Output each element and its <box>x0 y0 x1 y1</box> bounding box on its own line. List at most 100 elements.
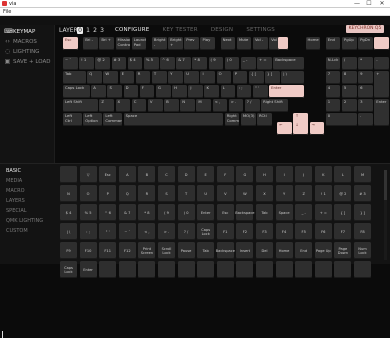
keycode-i[interactable]: I <box>275 166 293 183</box>
keycode-symbol[interactable]: ? / <box>177 223 195 240</box>
key-enter[interactable]: Enter <box>374 99 389 126</box>
key-vol[interactable]: Vol - <box>252 37 268 50</box>
keycode-pause[interactable]: Pause <box>177 242 195 259</box>
category-qmk-lighting[interactable]: QMK LIGHTING <box>6 218 43 224</box>
maximize-icon[interactable]: ☐ <box>364 0 374 8</box>
keycode-symbol[interactable]: } ] <box>354 204 371 221</box>
keycode-tab[interactable]: Tab <box>256 204 273 221</box>
key-2[interactable]: 2 <box>341 99 357 112</box>
keycode-d[interactable]: D <box>177 166 195 183</box>
keycode-f11[interactable]: F11 <box>99 242 117 259</box>
key-6[interactable]: 6 <box>358 85 373 98</box>
keycode-u[interactable]: U <box>197 185 215 202</box>
keycode-o[interactable]: O <box>79 185 97 202</box>
keycode-symbol[interactable]: ~ ` <box>118 223 136 240</box>
key-w[interactable]: W <box>103 71 119 84</box>
key-6[interactable]: ^ 6 <box>160 57 175 70</box>
layer-button-0[interactable]: 0 <box>77 27 83 34</box>
key-4[interactable]: $ 4 <box>127 57 143 70</box>
key-c[interactable]: C <box>131 99 147 112</box>
key-symbol[interactable]: - <box>374 57 389 70</box>
key-right-command[interactable]: Right Command <box>224 113 240 126</box>
keycode-symbol[interactable]: > . <box>158 223 175 240</box>
keycode-v[interactable]: V <box>216 185 234 202</box>
keycode-l[interactable]: L <box>334 166 352 183</box>
tab-key-tester[interactable]: KEY TESTER <box>163 26 198 35</box>
layer-button-2[interactable]: 2 <box>92 27 98 34</box>
key-bright[interactable]: Bright - <box>151 37 167 50</box>
keycode-page-down[interactable]: Page Down <box>334 242 352 259</box>
keycode-r[interactable]: R <box>138 185 156 202</box>
keycode-8[interactable]: * 8 <box>138 204 156 221</box>
key-symbol[interactable]: " ' <box>252 85 268 98</box>
keycode-symbol[interactable]: < , <box>138 223 156 240</box>
key-m[interactable]: M <box>196 99 212 112</box>
key-k[interactable]: K <box>204 85 220 98</box>
keycode-symbol[interactable]: | \ <box>60 223 77 240</box>
keycode-0[interactable]: ) 0 <box>177 204 195 221</box>
keycode-b[interactable]: B <box>138 166 156 183</box>
key-j[interactable]: J <box>188 85 203 98</box>
keycode-k[interactable]: K <box>314 166 332 183</box>
keycode-f8[interactable]: F8 <box>354 223 371 240</box>
key-n[interactable]: N <box>180 99 195 112</box>
close-icon[interactable]: ✕ <box>377 0 387 8</box>
key-space[interactable]: Space <box>123 113 224 126</box>
key-y[interactable]: Y <box>168 71 183 84</box>
key-end[interactable]: End <box>325 37 341 50</box>
key-symbol[interactable]: _ - <box>240 57 256 70</box>
key-symbol[interactable]: > . <box>228 99 244 112</box>
keycode-f6[interactable]: F6 <box>314 223 332 240</box>
key-home[interactable]: Home <box>305 37 321 50</box>
keycode-f12[interactable]: F12 <box>118 242 136 259</box>
key-f[interactable]: F <box>139 85 155 98</box>
key-z[interactable]: Z <box>99 99 115 112</box>
key-caps-lock[interactable]: Caps Lock <box>63 85 90 98</box>
keycode-e[interactable]: E <box>197 166 215 183</box>
keycode-tab[interactable]: Tab <box>197 242 215 259</box>
keycode-insert[interactable]: Insert <box>236 242 254 259</box>
key-symbol[interactable]: ↓ <box>293 122 309 135</box>
layer-button-1[interactable]: 1 <box>85 27 91 34</box>
key-7[interactable]: & 7 <box>176 57 191 70</box>
key-v[interactable]: V <box>147 99 163 112</box>
keycode-f5[interactable]: F5 <box>295 223 313 240</box>
key-left-option[interactable]: Left Option <box>83 113 102 126</box>
key-5[interactable]: % 5 <box>143 57 159 70</box>
keycode-n[interactable]: N <box>60 185 77 202</box>
key-bri[interactable]: Bri + <box>99 37 115 50</box>
category-macro[interactable]: MACRO <box>6 188 25 194</box>
key-3[interactable]: 3 <box>358 99 373 112</box>
key-7[interactable]: 7 <box>325 71 341 84</box>
keycode-j[interactable]: J <box>295 166 313 183</box>
category-basic[interactable]: BASIC <box>6 168 21 174</box>
keycode-backspace[interactable]: Backspace <box>216 242 235 259</box>
key-u[interactable]: U <box>184 71 199 84</box>
sidebar-item-lighting[interactable]: ◌ LIGHTING <box>4 48 40 55</box>
key-symbol[interactable]: ← <box>277 122 292 135</box>
category-layers[interactable]: LAYERS <box>6 198 25 204</box>
key-left-command[interactable]: Left Command <box>103 113 123 126</box>
key-symbol[interactable]: ? / <box>244 99 260 112</box>
key-o[interactable]: O <box>216 71 232 84</box>
key-symbol[interactable]: { [ <box>248 71 264 84</box>
key-symbol[interactable]: : ; <box>236 85 252 98</box>
keycode-scrollbar[interactable] <box>384 170 387 260</box>
key-rctl[interactable]: RCtl <box>257 113 272 126</box>
key-1[interactable]: ! 1 <box>79 57 94 70</box>
keycode-f3[interactable]: F3 <box>256 223 273 240</box>
keycode-f7[interactable]: F7 <box>334 223 352 240</box>
key-5[interactable]: 5 <box>341 85 357 98</box>
sidebar-item-macros[interactable]: ‹› MACROS <box>4 38 37 45</box>
key-pgup[interactable]: PgUp <box>341 37 357 50</box>
category-media[interactable]: MEDIA <box>6 178 22 184</box>
keycode-t[interactable]: T <box>177 185 195 202</box>
layer-button-3[interactable]: 3 <box>99 27 105 34</box>
key-symbol[interactable]: → <box>309 122 325 135</box>
tab-configure[interactable]: CONFIGURE <box>115 26 149 35</box>
keycode-num-lock[interactable]: Num Lock <box>354 242 371 259</box>
sidebar-item-keymap[interactable]: ⌨ KEYMAP <box>4 28 35 35</box>
key-x[interactable]: X <box>115 99 131 112</box>
key-enter[interactable]: Enter <box>269 85 305 98</box>
key-p[interactable]: P <box>232 71 248 84</box>
